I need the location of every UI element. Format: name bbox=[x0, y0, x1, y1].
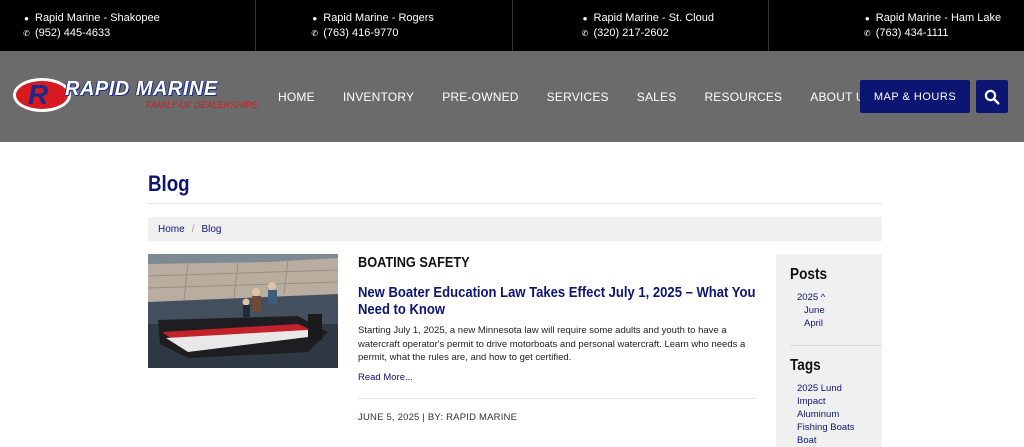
nav-home[interactable]: HOME bbox=[278, 90, 315, 104]
blog-sidebar: Posts 2025 ^ June April Tags 2025 Lund I… bbox=[776, 254, 882, 447]
title-divider bbox=[148, 203, 882, 204]
map-pin-icon: ● bbox=[582, 14, 588, 23]
nav-resources[interactable]: RESOURCES bbox=[704, 90, 782, 104]
main-nav: HOME INVENTORY PRE-OWNED SERVICES SALES … bbox=[264, 51, 887, 142]
breadcrumb-home[interactable]: Home bbox=[158, 224, 185, 235]
post-category[interactable]: BOATING SAFETY bbox=[358, 254, 470, 271]
map-pin-icon: ● bbox=[312, 14, 318, 23]
location-ham-lake[interactable]: ● Rapid Marine - Ham Lake ✆ (763) 434-1111 bbox=[769, 0, 1024, 51]
location-name[interactable]: Rapid Marine - Ham Lake bbox=[876, 11, 1001, 26]
phone-icon: ✆ bbox=[863, 29, 871, 38]
logo-brand-text: RAPID MARINE bbox=[65, 78, 218, 100]
location-name[interactable]: Rapid Marine - Rogers bbox=[323, 11, 434, 26]
breadcrumb-current[interactable]: Blog bbox=[201, 224, 221, 235]
tag-link[interactable]: Impact bbox=[797, 396, 826, 407]
location-st-cloud[interactable]: ● Rapid Marine - St. Cloud ✆ (320) 217-260… bbox=[513, 0, 769, 51]
location-rogers[interactable]: ● Rapid Marine - Rogers ✆ (763) 416-9770 bbox=[256, 0, 513, 51]
post-excerpt: Starting July 1, 2025, a new Minnesota l… bbox=[358, 325, 746, 363]
page-title: Blog bbox=[148, 171, 190, 196]
map-hours-button[interactable]: MAP & HOURS bbox=[860, 80, 970, 113]
post-thumbnail-image[interactable] bbox=[148, 254, 338, 368]
location-shakopee[interactable]: ● Rapid Marine - Shakopee ✆ (952) 445-4633 bbox=[0, 0, 257, 51]
phone-icon: ✆ bbox=[581, 29, 589, 38]
location-name[interactable]: Rapid Marine - St. Cloud bbox=[594, 11, 714, 26]
post-divider bbox=[358, 398, 756, 399]
tag-link[interactable]: Aluminum bbox=[797, 409, 839, 420]
search-icon bbox=[984, 89, 1000, 105]
rapid-marine-logo[interactable]: R RAPID MARINE FAMILY OF DEALERSHIPS bbox=[13, 76, 257, 114]
map-pin-icon: ● bbox=[864, 14, 870, 23]
phone-icon: ✆ bbox=[311, 29, 319, 38]
post-meta: JUNE 5, 2025 | BY: RAPID MARINE bbox=[358, 412, 518, 423]
location-phone[interactable]: (320) 217-2602 bbox=[594, 26, 669, 41]
archive-month-june[interactable]: June bbox=[804, 305, 825, 316]
nav-sales[interactable]: SALES bbox=[637, 90, 677, 104]
phone-icon: ✆ bbox=[23, 29, 30, 38]
breadcrumb-separator: / bbox=[191, 223, 195, 235]
site-header: R RAPID MARINE FAMILY OF DEALERSHIPS HOM… bbox=[0, 51, 1024, 142]
nav-services[interactable]: SERVICES bbox=[547, 90, 609, 104]
sidebar-divider bbox=[790, 345, 882, 346]
search-button[interactable] bbox=[976, 80, 1008, 113]
location-name[interactable]: Rapid Marine - Shakopee bbox=[35, 11, 160, 26]
nav-pre-owned[interactable]: PRE-OWNED bbox=[442, 90, 518, 104]
location-phone[interactable]: (952) 445-4633 bbox=[35, 26, 110, 41]
breadcrumb: Home / Blog bbox=[148, 217, 882, 241]
location-bar: ● Rapid Marine - Shakopee ✆ (952) 445-4633… bbox=[0, 0, 1024, 51]
location-phone[interactable]: (763) 434-1111 bbox=[876, 26, 949, 41]
map-pin-icon: ● bbox=[24, 14, 29, 23]
post-title-link[interactable]: New Boater Education Law Takes Effect Ju… bbox=[358, 284, 758, 318]
read-more-link[interactable]: Read More... bbox=[358, 372, 413, 383]
archive-year-toggle[interactable]: 2025 ^ bbox=[797, 292, 825, 303]
location-phone[interactable]: (763) 416-9770 bbox=[323, 26, 398, 41]
tags-heading: Tags bbox=[790, 357, 821, 374]
logo-mark: R bbox=[13, 78, 71, 112]
posts-heading: Posts bbox=[790, 266, 828, 283]
logo-tagline: FAMILY OF DEALERSHIPS bbox=[146, 100, 258, 110]
tag-link[interactable]: Boat bbox=[797, 435, 817, 446]
tag-link[interactable]: Fishing Boats bbox=[797, 422, 855, 433]
boat-dock-illustration bbox=[148, 254, 338, 368]
archive-month-april[interactable]: April bbox=[804, 318, 823, 329]
nav-inventory[interactable]: INVENTORY bbox=[343, 90, 414, 104]
tag-link[interactable]: 2025 Lund bbox=[797, 383, 842, 394]
